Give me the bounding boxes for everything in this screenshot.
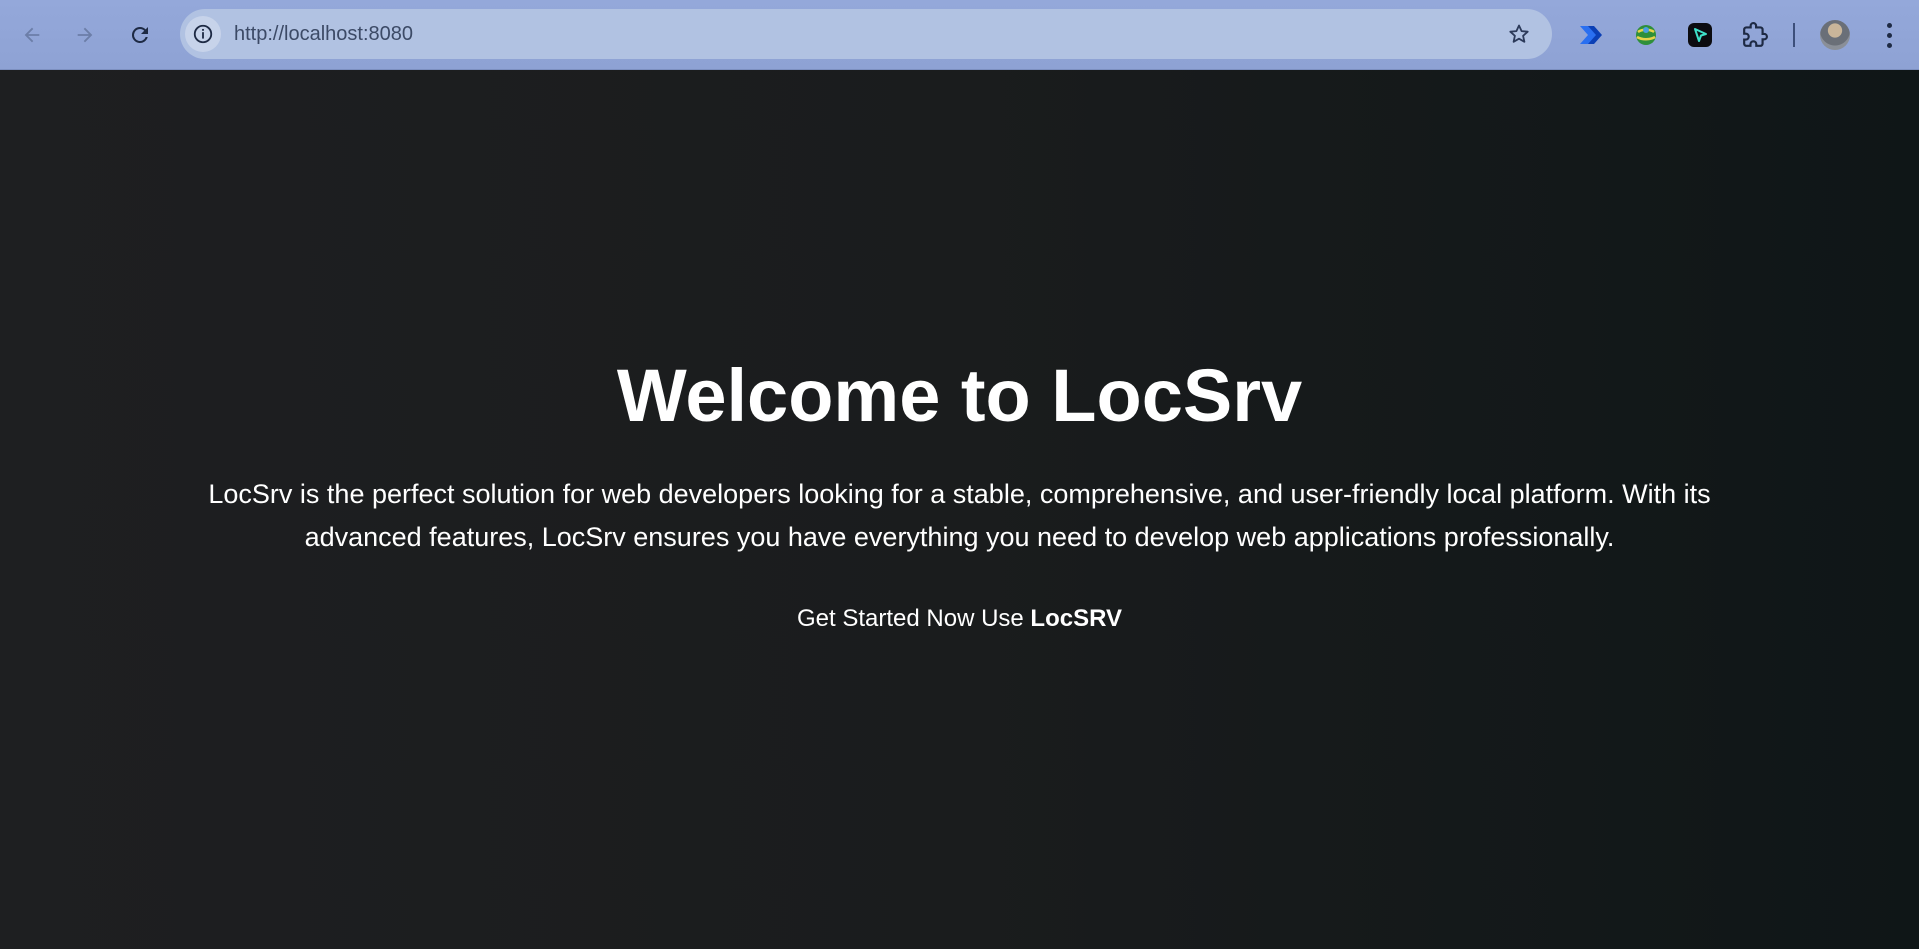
cta-prefix: Get Started Now Use — [796, 605, 1031, 632]
back-button[interactable] — [14, 17, 50, 53]
power-automate-icon — [1580, 26, 1602, 44]
page-description: LocSrv is the perfect solution for web d… — [208, 479, 1711, 552]
forward-button[interactable] — [67, 17, 103, 53]
globe-extension-icon — [1636, 25, 1656, 45]
globe-extension[interactable] — [1629, 18, 1663, 52]
site-info-button[interactable] — [185, 16, 221, 52]
page-content: Welcome to LocSrv LocSrv is the perfect … — [0, 70, 1919, 949]
toolbar-divider — [1793, 23, 1795, 47]
cursor-extension-icon — [1688, 23, 1712, 47]
forward-arrow-icon — [77, 27, 93, 43]
cursor-extension[interactable] — [1683, 18, 1717, 52]
cta-text: Get Started Now Use LocSRV — [0, 605, 1919, 633]
menu-dots-icon[interactable] — [1876, 20, 1902, 50]
browser-toolbar: http://localhost:8080 — [0, 0, 1919, 70]
url-text[interactable]: http://localhost:8080 — [234, 9, 413, 59]
bookmark-button[interactable] — [1506, 21, 1532, 47]
cta-brand: LocSRV — [1030, 605, 1123, 632]
extensions-button[interactable] — [1738, 18, 1772, 52]
extensions-puzzle-icon — [1743, 22, 1768, 47]
page-title: Welcome to LocSrv — [616, 354, 1303, 437]
back-arrow-icon — [24, 27, 40, 43]
address-bar[interactable]: http://localhost:8080 — [180, 9, 1552, 59]
power-automate-extension[interactable] — [1574, 18, 1608, 52]
profile-avatar[interactable] — [1820, 20, 1850, 50]
reload-icon — [131, 26, 148, 43]
site-info-icon — [193, 24, 213, 44]
reload-button[interactable] — [122, 17, 158, 53]
bookmark-star-icon — [1509, 24, 1529, 43]
